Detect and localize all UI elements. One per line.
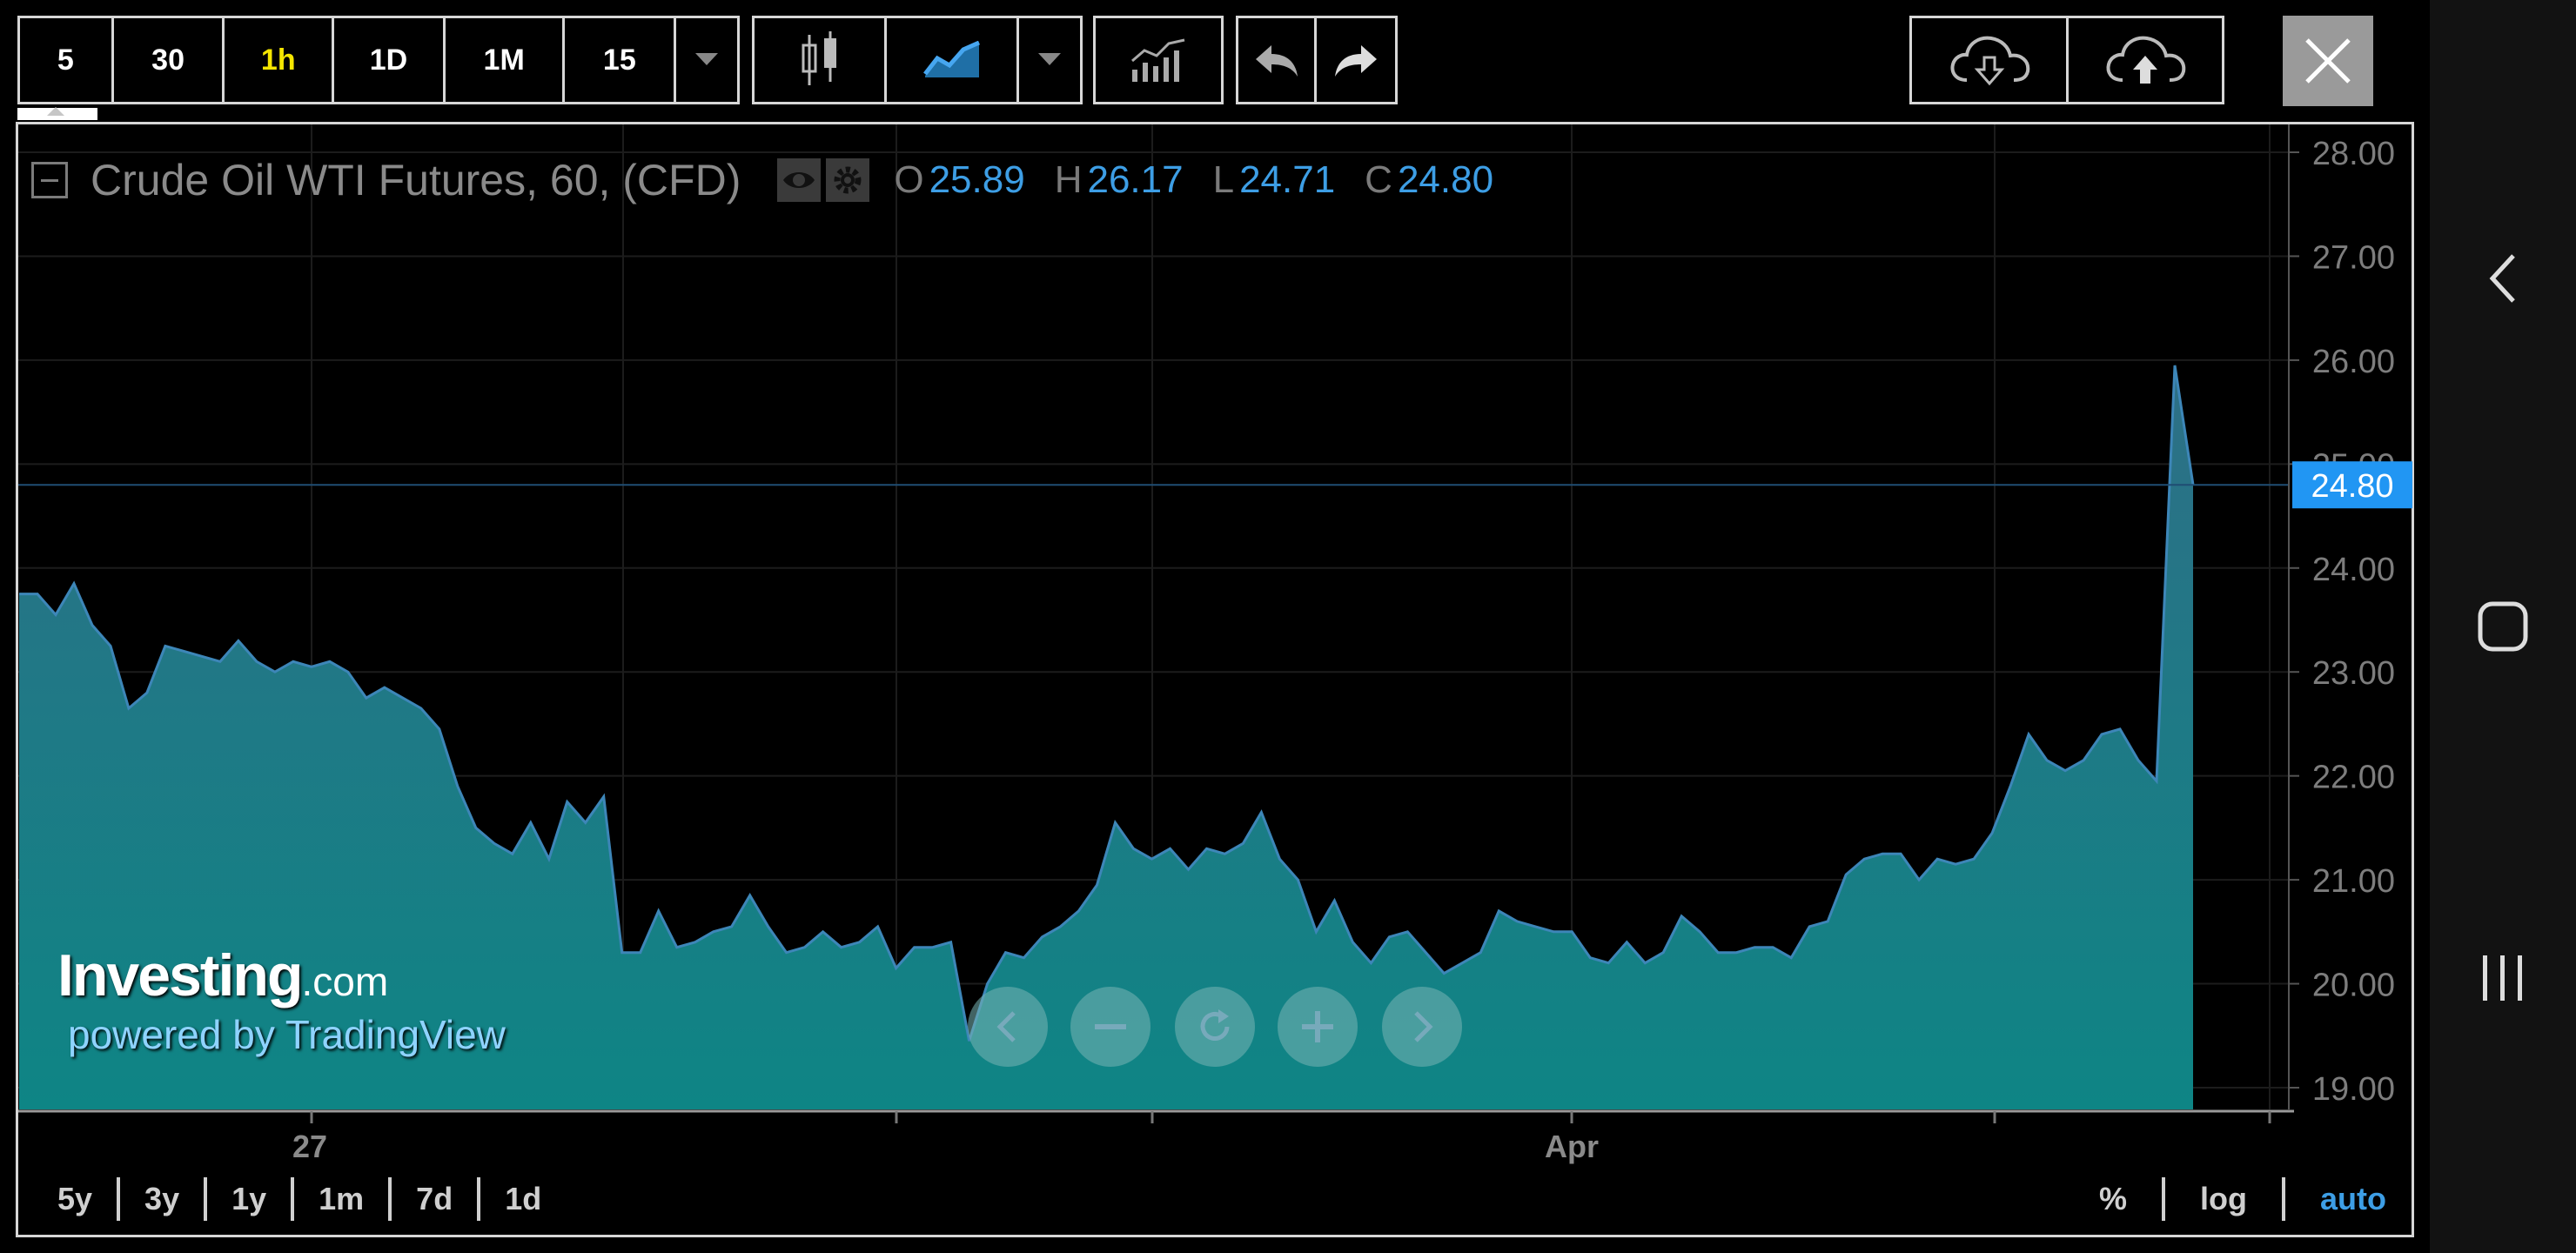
home-square-icon	[2478, 601, 2528, 652]
range-5y[interactable]: 5y	[31, 1177, 121, 1221]
reset-chart-button[interactable]	[1175, 987, 1255, 1067]
system-recents-button[interactable]	[2430, 943, 2576, 1013]
percent-scale-toggle[interactable]: %	[2064, 1177, 2166, 1221]
investing-logo: Investing.com	[57, 941, 506, 1009]
range-1d[interactable]: 1d	[480, 1177, 566, 1221]
ohlc-values: O 25.89 H 26.17 L 24.71 C 24.80	[894, 158, 1523, 202]
chevron-right-icon	[1414, 1011, 1433, 1042]
brand-name: Investing	[57, 942, 303, 1008]
chevron-left-icon	[996, 1011, 1016, 1042]
low-value: 24.71	[1239, 158, 1336, 201]
gear-icon	[834, 166, 862, 194]
range-7d[interactable]: 7d	[392, 1177, 481, 1221]
y-tick-label: 26.00	[2312, 344, 2395, 380]
y-tick-label: 22.00	[2312, 760, 2395, 796]
y-tick-label: 24.00	[2312, 552, 2395, 588]
y-tick-label: 27.00	[2312, 239, 2395, 276]
scroll-right-button[interactable]	[1382, 987, 1462, 1067]
back-chevron-icon	[2489, 254, 2515, 303]
x-tick-label: 27	[292, 1129, 327, 1164]
range-3y[interactable]: 3y	[120, 1177, 208, 1221]
powered-by-text: powered by TradingView	[68, 1012, 506, 1057]
last-price-label: 24.80	[2311, 468, 2393, 505]
scale-options: % log auto	[2064, 1171, 2386, 1227]
visibility-toggle[interactable]	[777, 158, 822, 202]
zoom-in-button[interactable]	[1278, 987, 1358, 1067]
low-label: L	[1212, 158, 1235, 201]
open-label: O	[894, 158, 924, 201]
open-value: 25.89	[929, 158, 1025, 201]
date-range-bar: 5y 3y 1y 1m 7d 1d	[31, 1171, 566, 1227]
refresh-icon	[1200, 1009, 1230, 1041]
y-tick-label: 28.00	[2312, 136, 2395, 172]
high-label: H	[1054, 158, 1083, 201]
system-nav-bar	[2430, 0, 2576, 1253]
high-value: 26.17	[1087, 158, 1184, 201]
range-1y[interactable]: 1y	[207, 1177, 295, 1221]
series-settings-button[interactable]	[826, 158, 870, 202]
minus-icon	[1095, 1024, 1126, 1029]
brand-suffix: .com	[301, 959, 389, 1004]
system-back-button[interactable]	[2430, 244, 2576, 313]
plus-icon	[1302, 1011, 1333, 1042]
y-tick-label: 19.00	[2312, 1071, 2395, 1108]
collapse-legend-button[interactable]	[31, 162, 68, 198]
system-home-button[interactable]	[2430, 592, 2576, 661]
y-tick-label: 23.00	[2312, 655, 2395, 692]
series-title: Crude Oil WTI Futures, 60, (CFD)	[91, 156, 741, 204]
close-value: 24.80	[1397, 158, 1494, 201]
x-tick-label: Apr	[1545, 1129, 1599, 1164]
log-scale-toggle[interactable]: log	[2165, 1177, 2285, 1221]
recents-icon	[2483, 955, 2522, 1001]
close-label: C	[1365, 158, 1392, 201]
scroll-left-button[interactable]	[968, 987, 1048, 1067]
investing-watermark: Investing.com powered by TradingView	[57, 941, 506, 1058]
auto-scale-toggle[interactable]: auto	[2285, 1177, 2386, 1221]
zoom-out-button[interactable]	[1070, 987, 1150, 1067]
y-tick-label: 20.00	[2312, 968, 2395, 1004]
series-legend: Crude Oil WTI Futures, 60, (CFD) O 25.89 …	[31, 150, 1523, 211]
eye-icon	[783, 172, 815, 188]
range-1m[interactable]: 1m	[294, 1177, 392, 1221]
y-tick-label: 21.00	[2312, 863, 2395, 900]
